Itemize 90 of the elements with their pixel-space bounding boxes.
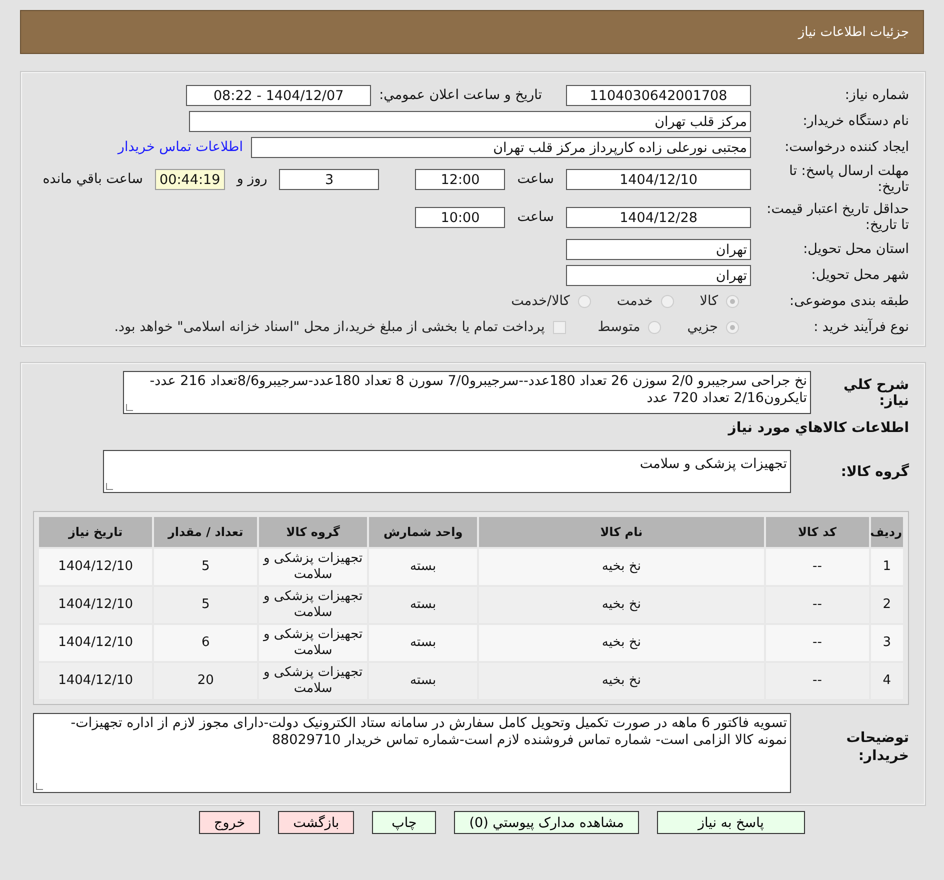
table-cell: 1404/12/10 [39, 549, 152, 585]
table-cell: نخ بخیه [479, 663, 764, 699]
action-button[interactable]: بازگشت [278, 811, 354, 834]
table-cell: 1404/12/10 [39, 625, 152, 661]
table-cell: 4 [870, 663, 903, 699]
field-label: نام دستگاه خریدار: [802, 113, 909, 129]
field-label: تاریخ و ساعت اعلان عمومي: [379, 87, 542, 103]
section-heading: اطلاعات کالاهاي مورد نیاز [726, 420, 909, 436]
goods-group-textarea: تجهیزات پزشکی و سلامت [103, 450, 791, 493]
radio-button[interactable] [726, 294, 739, 308]
radio-button[interactable] [660, 294, 674, 308]
table-cell: 1404/12/10 [39, 663, 152, 699]
validity-date-field: 1404/12/28 [566, 206, 751, 228]
deadline-time-field: 12:00 [415, 168, 506, 190]
radio-button[interactable] [648, 320, 662, 334]
page-title: جزئیات اطلاعات نیاز [798, 24, 909, 40]
column-header: تاریخ نیاز [39, 517, 152, 547]
field-label: طبقه بندی موضوعی: [788, 293, 909, 309]
description-textarea: نخ جراحی سرجیبرو 2/0 سوزن 26 تعداد 180عدد--سرجیبرو7/0 سورن 8 تعداد 180عدد-سرجیبرو8/6تعداد 216 عدد-تایکرون2/16 تعداد 720 عدد [123, 371, 811, 414]
validity-time-field: 10:00 [415, 206, 506, 228]
requester-field: مجتبی نورعلی زاده کارپرداز مرکز قلب تهران [251, 136, 751, 158]
table-cell: نخ بخیه [479, 549, 764, 585]
province-field: تهران [566, 238, 751, 260]
field-label: ساعت باقي مانده [42, 171, 143, 187]
table-cell: 1404/12/10 [39, 587, 152, 623]
checkbox[interactable] [552, 320, 566, 334]
column-header: تعداد / مقدار [154, 517, 258, 547]
remaining-time-field: 00:44:19 [154, 168, 225, 190]
radio-label: جزيي [687, 319, 718, 335]
days-field: 3 [279, 168, 380, 190]
column-header: نام کالا [479, 517, 764, 547]
action-button[interactable]: چاپ [372, 811, 436, 834]
field-label: نوع فرآیند خرید : [812, 319, 909, 335]
city-field: تهران [566, 264, 751, 286]
table-cell: تجهیزات پزشکی و سلامت [259, 625, 368, 661]
field-label: شماره نیاز: [844, 87, 909, 103]
table-cell: 6 [154, 625, 258, 661]
field-label: توضیحات خریدار: [845, 729, 909, 765]
action-button[interactable]: پاسخ به نیاز [657, 811, 805, 834]
table-cell: 3 [870, 625, 903, 661]
buyer-contact-link[interactable]: اطلاعات تماس خریدار [118, 139, 243, 155]
field-label: ساعت [517, 209, 554, 225]
table-cell: نخ بخیه [479, 625, 764, 661]
action-button[interactable]: خروج [199, 811, 260, 834]
table-cell: -- [766, 549, 869, 585]
resize-grip-icon [106, 483, 113, 490]
field-label: حداقل تاریخ اعتبار قیمت: تا تاریخ: [766, 201, 909, 233]
column-header: واحد شمارش [369, 517, 478, 547]
table-cell: تجهیزات پزشکی و سلامت [259, 587, 368, 623]
table-cell: -- [766, 587, 869, 623]
radio-label: متوسط [598, 319, 640, 335]
field-label: شرح کلي نیاز: [842, 376, 909, 408]
column-header: گروه کالا [259, 517, 368, 547]
deadline-date-field: 1404/12/10 [566, 168, 751, 190]
field-label: شهر محل تحویل: [810, 267, 909, 283]
radio-label: کالا [700, 293, 718, 309]
checkbox-label: پرداخت تمام یا بخشی از مبلغ خرید،از محل "اسناد خزانه اسلامی" خواهد بود. [114, 319, 545, 335]
table-cell: تجهیزات پزشکی و سلامت [259, 663, 368, 699]
field-label: روز و [236, 171, 268, 187]
table-cell: 2 [870, 587, 903, 623]
table-cell: -- [766, 625, 869, 661]
resize-grip-icon [36, 783, 43, 790]
resize-grip-icon [126, 404, 133, 411]
field-label: استان محل تحویل: [802, 241, 909, 257]
field-label: گروه کالا: [840, 464, 909, 480]
radio-label: کالا/خدمت [511, 293, 570, 309]
column-header: ردیف [870, 517, 903, 547]
table-cell: 20 [154, 663, 258, 699]
table-cell: بسته [369, 587, 478, 623]
table-cell: -- [766, 663, 869, 699]
notes-textarea: تسویه فاکتور 6 ماهه در صورت تکمیل وتحویل کامل سفارش در سامانه ستاد الکترونیک دولت-دارای مجوز لازم از اداره تجهیزات-نمونه کالا الزامی است- شماره تماس فروشنده لازم است-شماره تماس خریدار 88029710 [33, 713, 791, 793]
table-cell: 5 [154, 587, 258, 623]
field-label: ساعت [517, 171, 554, 187]
table-cell: 1 [870, 549, 903, 585]
field-label: مهلت ارسال پاسخ: تا تاریخ: [788, 163, 909, 195]
table-cell: بسته [369, 549, 478, 585]
action-button[interactable]: مشاهده مدارک پیوستي (0) [454, 811, 639, 834]
radio-button[interactable] [578, 294, 591, 308]
radio-label: خدمت [616, 293, 653, 309]
announce-date-field: 1404/12/07 - 08:22 [186, 84, 372, 106]
table-cell: نخ بخیه [479, 587, 764, 623]
column-header: کد کالا [766, 517, 869, 547]
table-cell: بسته [369, 625, 478, 661]
table-cell: 5 [154, 549, 258, 585]
buyer-org-field: مرکز قلب تهران [189, 110, 751, 132]
table-cell: بسته [369, 663, 478, 699]
radio-button[interactable] [726, 320, 739, 334]
need-number-field: 1104030642001708 [566, 84, 751, 106]
table-cell: تجهیزات پزشکی و سلامت [259, 549, 368, 585]
field-label: ایجاد کننده درخواست: [784, 139, 909, 155]
